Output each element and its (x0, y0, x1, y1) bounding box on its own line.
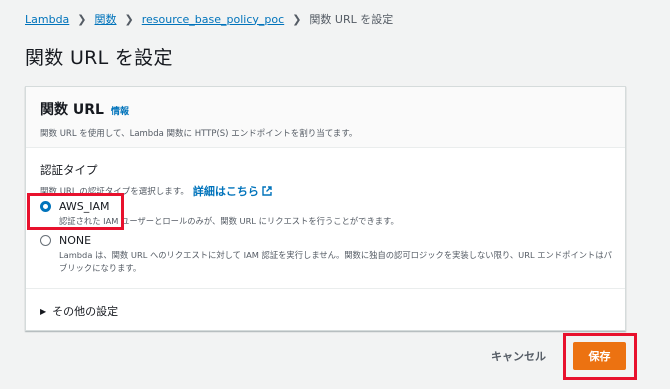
auth-type-description: 関数 URL の認証タイプを選択します。 (40, 187, 189, 197)
radio-none[interactable]: NONE (40, 234, 91, 247)
chevron-right-icon: ❯ (292, 12, 302, 26)
panel-description: 関数 URL を使用して、Lambda 関数に HTTP(S) エンドポイントを… (40, 129, 358, 139)
other-settings-expander[interactable]: ▶ その他の設定 (40, 303, 118, 319)
info-link[interactable]: 情報 (111, 104, 129, 117)
panel-title: 関数 URL (40, 102, 104, 118)
radio-none-label: NONE (59, 234, 92, 247)
breadcrumb-functions[interactable]: 関数 (95, 11, 117, 27)
learn-more-label: 詳細はこちら (192, 185, 259, 198)
save-button[interactable]: 保存 (573, 342, 626, 370)
radio-aws-iam-label: AWS_IAM (59, 200, 110, 213)
external-link-icon (262, 186, 272, 196)
radio-button-unchecked[interactable] (40, 235, 51, 246)
chevron-right-icon: ❯ (77, 12, 87, 26)
chevron-right-icon: ❯ (124, 12, 134, 26)
radio-button-checked[interactable] (40, 201, 51, 212)
cancel-button[interactable]: キャンセル (491, 348, 546, 364)
divider (26, 288, 625, 289)
auth-type-section: 認証タイプ 関数 URL の認証タイプを選択します。 詳細はこちら AWS_IA… (40, 162, 615, 273)
caret-right-icon: ▶ (40, 306, 47, 316)
breadcrumb-function-name[interactable]: resource_base_policy_poc (142, 13, 284, 26)
learn-more-link[interactable]: 詳細はこちら (193, 183, 272, 199)
breadcrumb-lambda[interactable]: Lambda (25, 13, 69, 26)
function-url-panel: 関数 URL 情報 関数 URL を使用して、Lambda 関数に HTTP(S… (25, 86, 626, 331)
breadcrumb: Lambda ❯ 関数 ❯ resource_base_policy_poc ❯… (25, 11, 393, 27)
breadcrumb-current: 関数 URL を設定 (309, 13, 394, 26)
auth-type-label: 認証タイプ (40, 163, 98, 177)
radio-aws-iam-description: 認証された IAM ユーザーとロールのみが、関数 URL にリクエストを行うこと… (59, 216, 399, 226)
radio-none-description: Lambda は、関数 URL へのリクエストに対して IAM 認証を実行しませ… (59, 250, 612, 273)
other-settings-label: その他の設定 (52, 305, 119, 318)
page-title: 関数 URL を設定 (25, 47, 173, 69)
radio-aws-iam[interactable]: AWS_IAM (40, 200, 110, 213)
panel-header: 関数 URL 情報 関数 URL を使用して、Lambda 関数に HTTP(S… (26, 87, 625, 148)
